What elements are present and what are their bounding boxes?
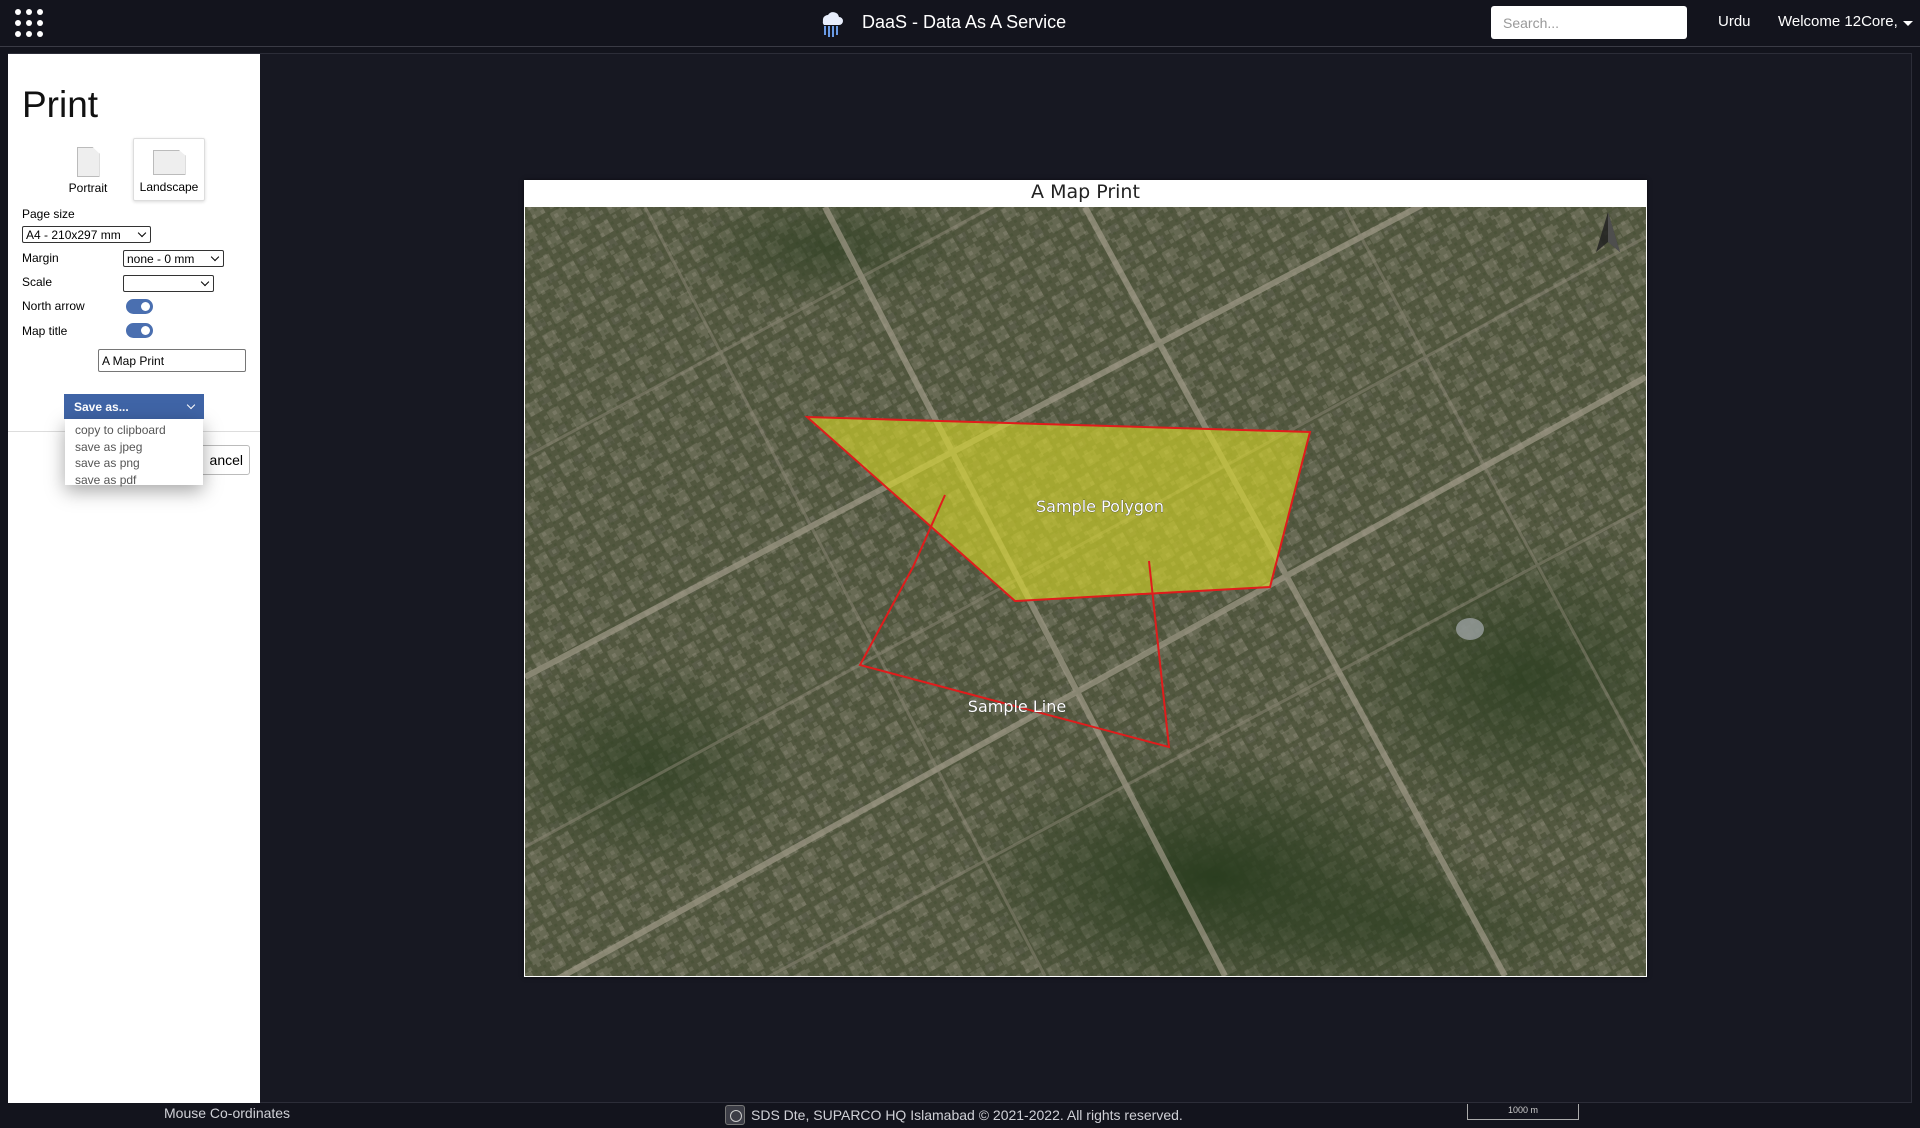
portrait-option[interactable]: Portrait — [52, 138, 124, 201]
map-title-label: Map title — [22, 324, 68, 338]
mouse-coordinates: Mouse Co-ordinates — [164, 1105, 291, 1121]
apps-grid-icon[interactable] — [14, 8, 43, 37]
chevron-down-icon — [200, 277, 210, 287]
preview-map-title: A Map Print — [1031, 181, 1140, 203]
scale-select[interactable] — [123, 275, 214, 292]
user-menu[interactable]: Welcome 12Core, — [1778, 13, 1913, 30]
landscape-option[interactable]: Landscape — [133, 138, 205, 201]
app-title: DaaS - Data As A Service — [862, 11, 1067, 32]
copyright: SDS Dte, SUPARCO HQ Islamabad © 2021-202… — [725, 1105, 1183, 1125]
footer: Mouse Co-ordinates SDS Dte, SUPARCO HQ I… — [0, 1103, 1920, 1128]
line-label: Sample Line — [968, 697, 1066, 716]
page-size-select[interactable]: A4 - 210x297 mm — [22, 226, 151, 243]
save-option-png[interactable]: save as png — [65, 455, 203, 472]
copyright-text: SDS Dte, SUPARCO HQ Islamabad © 2021-202… — [751, 1107, 1183, 1123]
save-option-clipboard[interactable]: copy to clipboard — [65, 422, 203, 439]
margin-label: Margin — [22, 251, 59, 265]
brand: DaaS - Data As A Service — [816, 6, 1066, 38]
landscape-label: Landscape — [139, 180, 199, 194]
chevron-down-icon — [210, 252, 220, 262]
portrait-page-icon — [76, 147, 100, 177]
cloud-data-logo-icon — [822, 12, 843, 37]
save-as-dropdown[interactable]: Save as... — [64, 394, 204, 419]
save-option-jpeg[interactable]: save as jpeg — [65, 439, 203, 456]
search-input[interactable] — [1491, 6, 1687, 39]
page-size-label: Page size — [22, 207, 75, 221]
landscape-page-icon — [152, 150, 186, 175]
chevron-down-icon — [186, 400, 196, 410]
print-panel: Print Portrait Landscape Page size A4 - … — [8, 54, 260, 1103]
chevron-down-icon — [137, 228, 147, 238]
map-title-input[interactable] — [98, 349, 246, 372]
map-title-toggle[interactable] — [126, 323, 153, 338]
welcome-text: Welcome 12Core, — [1778, 13, 1898, 30]
satellite-map-image[interactable]: Sample Polygon Sample Line — [525, 207, 1646, 976]
north-arrow-toggle[interactable] — [126, 299, 153, 314]
suparco-logo-icon — [725, 1105, 745, 1125]
print-panel-title: Print — [22, 84, 99, 125]
north-arrow-label: North arrow — [22, 299, 85, 313]
caret-down-icon — [1902, 20, 1913, 26]
map-scale-bar: 1000 m — [1467, 1104, 1579, 1120]
portrait-label: Portrait — [68, 181, 108, 195]
save-as-menu: copy to clipboard save as jpeg save as p… — [65, 419, 203, 487]
print-preview: A Map Print Sample Polygon Sample Line — [524, 180, 1647, 977]
save-option-pdf[interactable]: save as pdf — [65, 472, 203, 489]
scale-label: Scale — [22, 275, 53, 289]
margin-select[interactable]: none - 0 mm — [123, 250, 224, 267]
polygon-label: Sample Polygon — [1036, 497, 1164, 516]
top-bar: DaaS - Data As A Service Urdu Welcome 12… — [0, 0, 1920, 47]
language-toggle[interactable]: Urdu — [1718, 13, 1751, 30]
